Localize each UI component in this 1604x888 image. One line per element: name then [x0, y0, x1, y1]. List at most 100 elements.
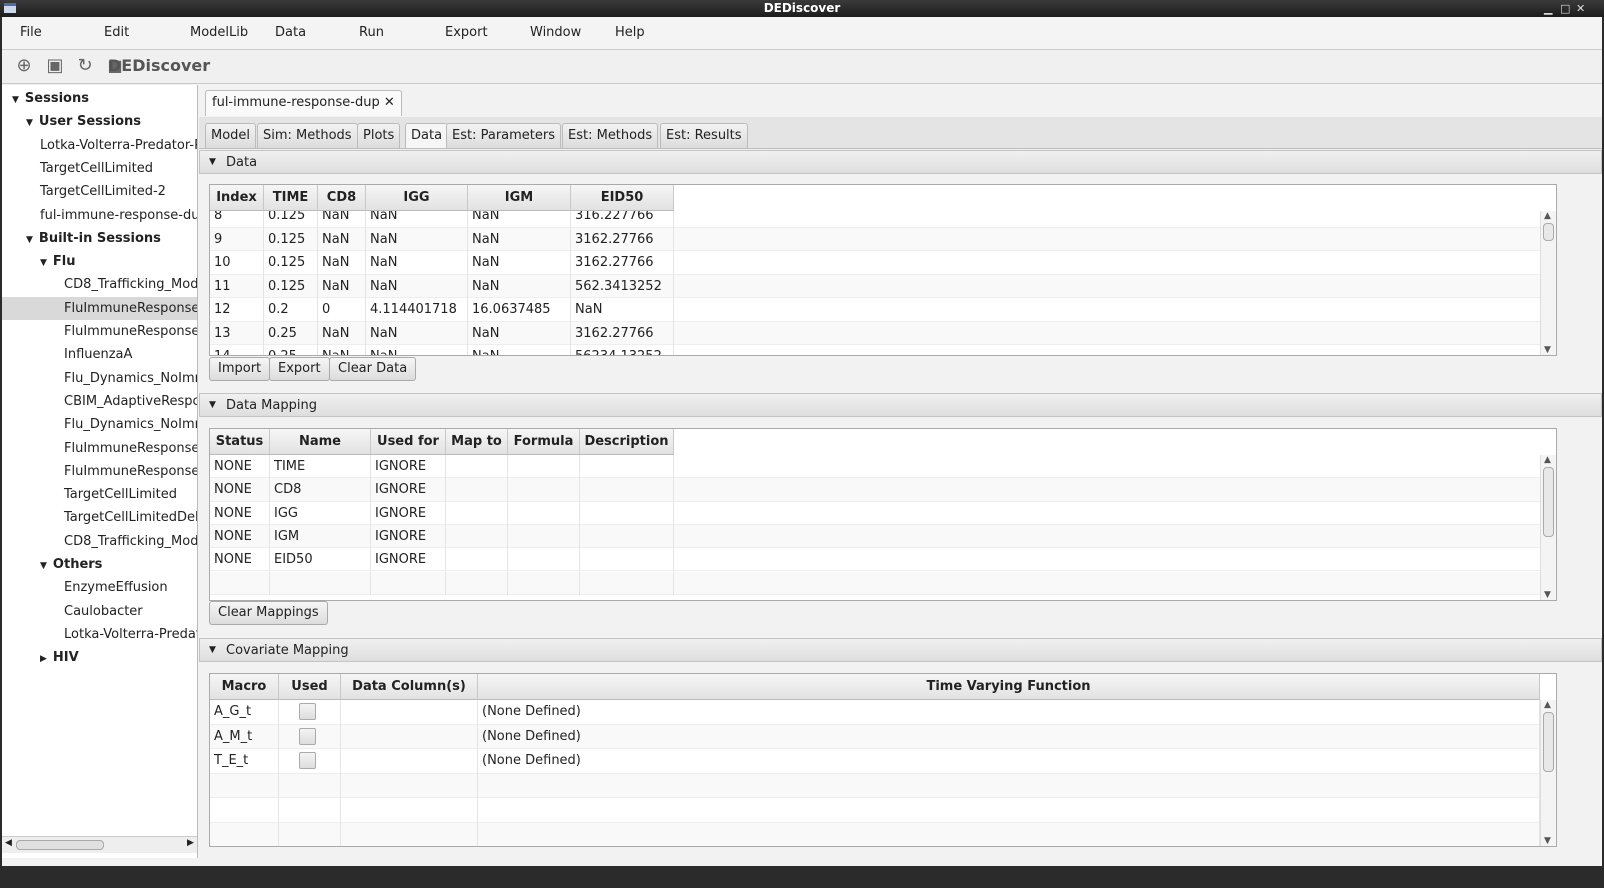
table-cell [446, 478, 508, 502]
menu-run[interactable]: Run [359, 25, 384, 40]
tab-sim-methods[interactable]: Sim: Methods [257, 123, 358, 149]
table-cell: NaN [468, 321, 571, 345]
table-cell: IGNORE [371, 501, 446, 525]
column-header[interactable]: Description [580, 429, 674, 455]
tree-item[interactable]: FluImmuneResponse [2, 296, 197, 320]
table-row[interactable]: A_M_t (None Defined) [210, 724, 1540, 749]
table-row[interactable]: NONE EID50 IGNORE [210, 548, 1540, 572]
table-row[interactable]: T_E_t (None Defined) [210, 749, 1540, 774]
column-header[interactable]: Status [210, 429, 270, 455]
expand-arrow-icon[interactable]: ▼ [40, 258, 47, 268]
covariate-mapping-header[interactable]: ▼ Covariate Mapping [199, 638, 1602, 662]
column-header[interactable]: TIME [264, 185, 318, 211]
menu-edit[interactable]: Edit [104, 25, 129, 40]
tab-est-methods[interactable]: Est: Methods [562, 123, 659, 149]
column-header[interactable]: Used for [371, 429, 446, 455]
table-row[interactable]: 11 0.125 NaN NaN NaN 562.3413252 [210, 274, 1540, 298]
used-checkbox[interactable] [299, 703, 316, 720]
column-header[interactable]: IGG [366, 185, 468, 211]
menu-help[interactable]: Help [615, 25, 645, 40]
table-row[interactable]: NONE CD8 IGNORE [210, 478, 1540, 502]
column-header[interactable]: Formula [508, 429, 580, 455]
table-row[interactable]: NONE IGM IGNORE [210, 524, 1540, 549]
table-row[interactable] [210, 571, 1540, 595]
tree-item-label: InfluenzaA [64, 347, 133, 363]
tab-data[interactable]: Data [405, 123, 449, 149]
clear-mappings-button[interactable]: Clear Mappings [209, 601, 328, 625]
scroll-up-icon[interactable]: ▲ [1544, 455, 1551, 465]
scroll-down-icon[interactable]: ▼ [1544, 590, 1551, 600]
column-header[interactable]: Map to [446, 429, 508, 455]
table-row[interactable]: A_G_t (None Defined) [210, 700, 1540, 725]
data-mapping-header[interactable]: ▼ Data Mapping [199, 393, 1602, 417]
table-cell: (None Defined) [478, 700, 1540, 725]
menu-modellib[interactable]: ModelLib [190, 25, 248, 40]
vertical-scrollbar[interactable]: ▲ ▼ [1540, 455, 1556, 600]
expand-arrow-icon[interactable]: ▼ [26, 118, 33, 128]
column-header[interactable]: IGM [468, 185, 571, 211]
table-row[interactable]: NONE TIME IGNORE [210, 455, 1540, 479]
vertical-scrollbar[interactable]: ▲ ▼ [1540, 211, 1556, 355]
vertical-scrollbar[interactable]: ▲ ▼ [1540, 700, 1556, 846]
scroll-down-icon[interactable]: ▼ [1544, 345, 1551, 355]
used-checkbox[interactable] [299, 727, 316, 745]
button-clear-data[interactable]: Clear Data [329, 357, 417, 381]
button-import[interactable]: Import [209, 357, 271, 381]
table-cell: 0.25 [264, 345, 318, 355]
horizontal-scrollbar[interactable]: ◀ ▶ [2, 836, 197, 853]
column-header[interactable]: Name [270, 429, 371, 455]
column-header[interactable]: Index [210, 185, 264, 211]
close-window-button[interactable]: ✕ [1576, 0, 1585, 17]
data-section-header[interactable]: ▼ Data [199, 150, 1602, 174]
scroll-down-icon[interactable]: ▼ [1544, 836, 1551, 846]
table-cell: IGNORE [371, 548, 446, 572]
scrollbar-thumb[interactable] [16, 840, 104, 850]
menu-data[interactable]: Data [275, 25, 306, 40]
table-row[interactable] [210, 798, 1540, 823]
menu-export[interactable]: Export [445, 25, 488, 40]
column-header[interactable]: Data Column(s) [341, 674, 478, 700]
table-row[interactable]: 12 0.2 0 4.114401718 16.0637485 NaN [210, 298, 1540, 322]
add-icon[interactable]: ⊕ [15, 57, 33, 75]
expand-arrow-icon[interactable]: ▼ [40, 561, 47, 571]
tree-item-label: TargetCellLimited [64, 487, 177, 503]
scroll-up-icon[interactable]: ▲ [1544, 211, 1551, 221]
expand-arrow-icon[interactable]: ▼ [12, 95, 19, 105]
table-row[interactable]: 10 0.125 NaN NaN NaN 3162.27766 [210, 251, 1540, 275]
refresh-icon[interactable]: ↻ [76, 57, 94, 75]
minimize-button[interactable]: ▁ [1544, 0, 1552, 17]
table-row[interactable] [210, 822, 1540, 846]
session-tab[interactable]: ful-immune-response-dup ✕ [205, 90, 402, 116]
button-export[interactable]: Export [269, 357, 330, 381]
table-row[interactable]: 9 0.125 NaN NaN NaN 3162.27766 [210, 227, 1540, 251]
table-row[interactable]: 140.25NaNNaNNaN56234.13252 [210, 345, 1540, 355]
scrollbar-thumb[interactable] [1543, 223, 1554, 241]
expand-arrow-icon[interactable]: ▶ [40, 654, 47, 664]
scrollbar-thumb[interactable] [1543, 712, 1554, 772]
column-header[interactable]: Used [279, 674, 341, 700]
used-checkbox[interactable] [299, 752, 316, 769]
table-cell [508, 524, 580, 549]
menu-window[interactable]: Window [530, 25, 581, 40]
scrollbar-thumb[interactable] [1543, 467, 1554, 537]
scroll-up-icon[interactable]: ▲ [1544, 700, 1551, 710]
column-header[interactable]: EID50 [571, 185, 674, 211]
save-icon[interactable]: ▣ [46, 57, 64, 75]
column-header[interactable]: Time Varying Function [478, 674, 1540, 700]
tab-plots[interactable]: Plots [357, 123, 401, 149]
expand-arrow-icon[interactable]: ▼ [26, 235, 33, 245]
table-cell [508, 571, 580, 595]
table-cell: 0 [318, 298, 366, 322]
column-header[interactable]: Macro [210, 674, 279, 700]
close-tab-icon[interactable]: ✕ [384, 95, 395, 110]
table-row[interactable]: NONE IGG IGNORE [210, 501, 1540, 525]
menu-file[interactable]: File [20, 25, 42, 40]
maximize-button[interactable]: □ [1560, 0, 1570, 17]
tab-est-parameters[interactable]: Est: Parameters [446, 123, 562, 149]
table-row[interactable]: 13 0.25 NaN NaN NaN 3162.27766 [210, 321, 1540, 345]
tab-est-results[interactable]: Est: Results [660, 123, 748, 149]
tab-model[interactable]: Model [205, 123, 257, 149]
table-row[interactable] [210, 773, 1540, 798]
column-header[interactable]: CD8 [318, 185, 366, 211]
table-cell [508, 455, 580, 479]
